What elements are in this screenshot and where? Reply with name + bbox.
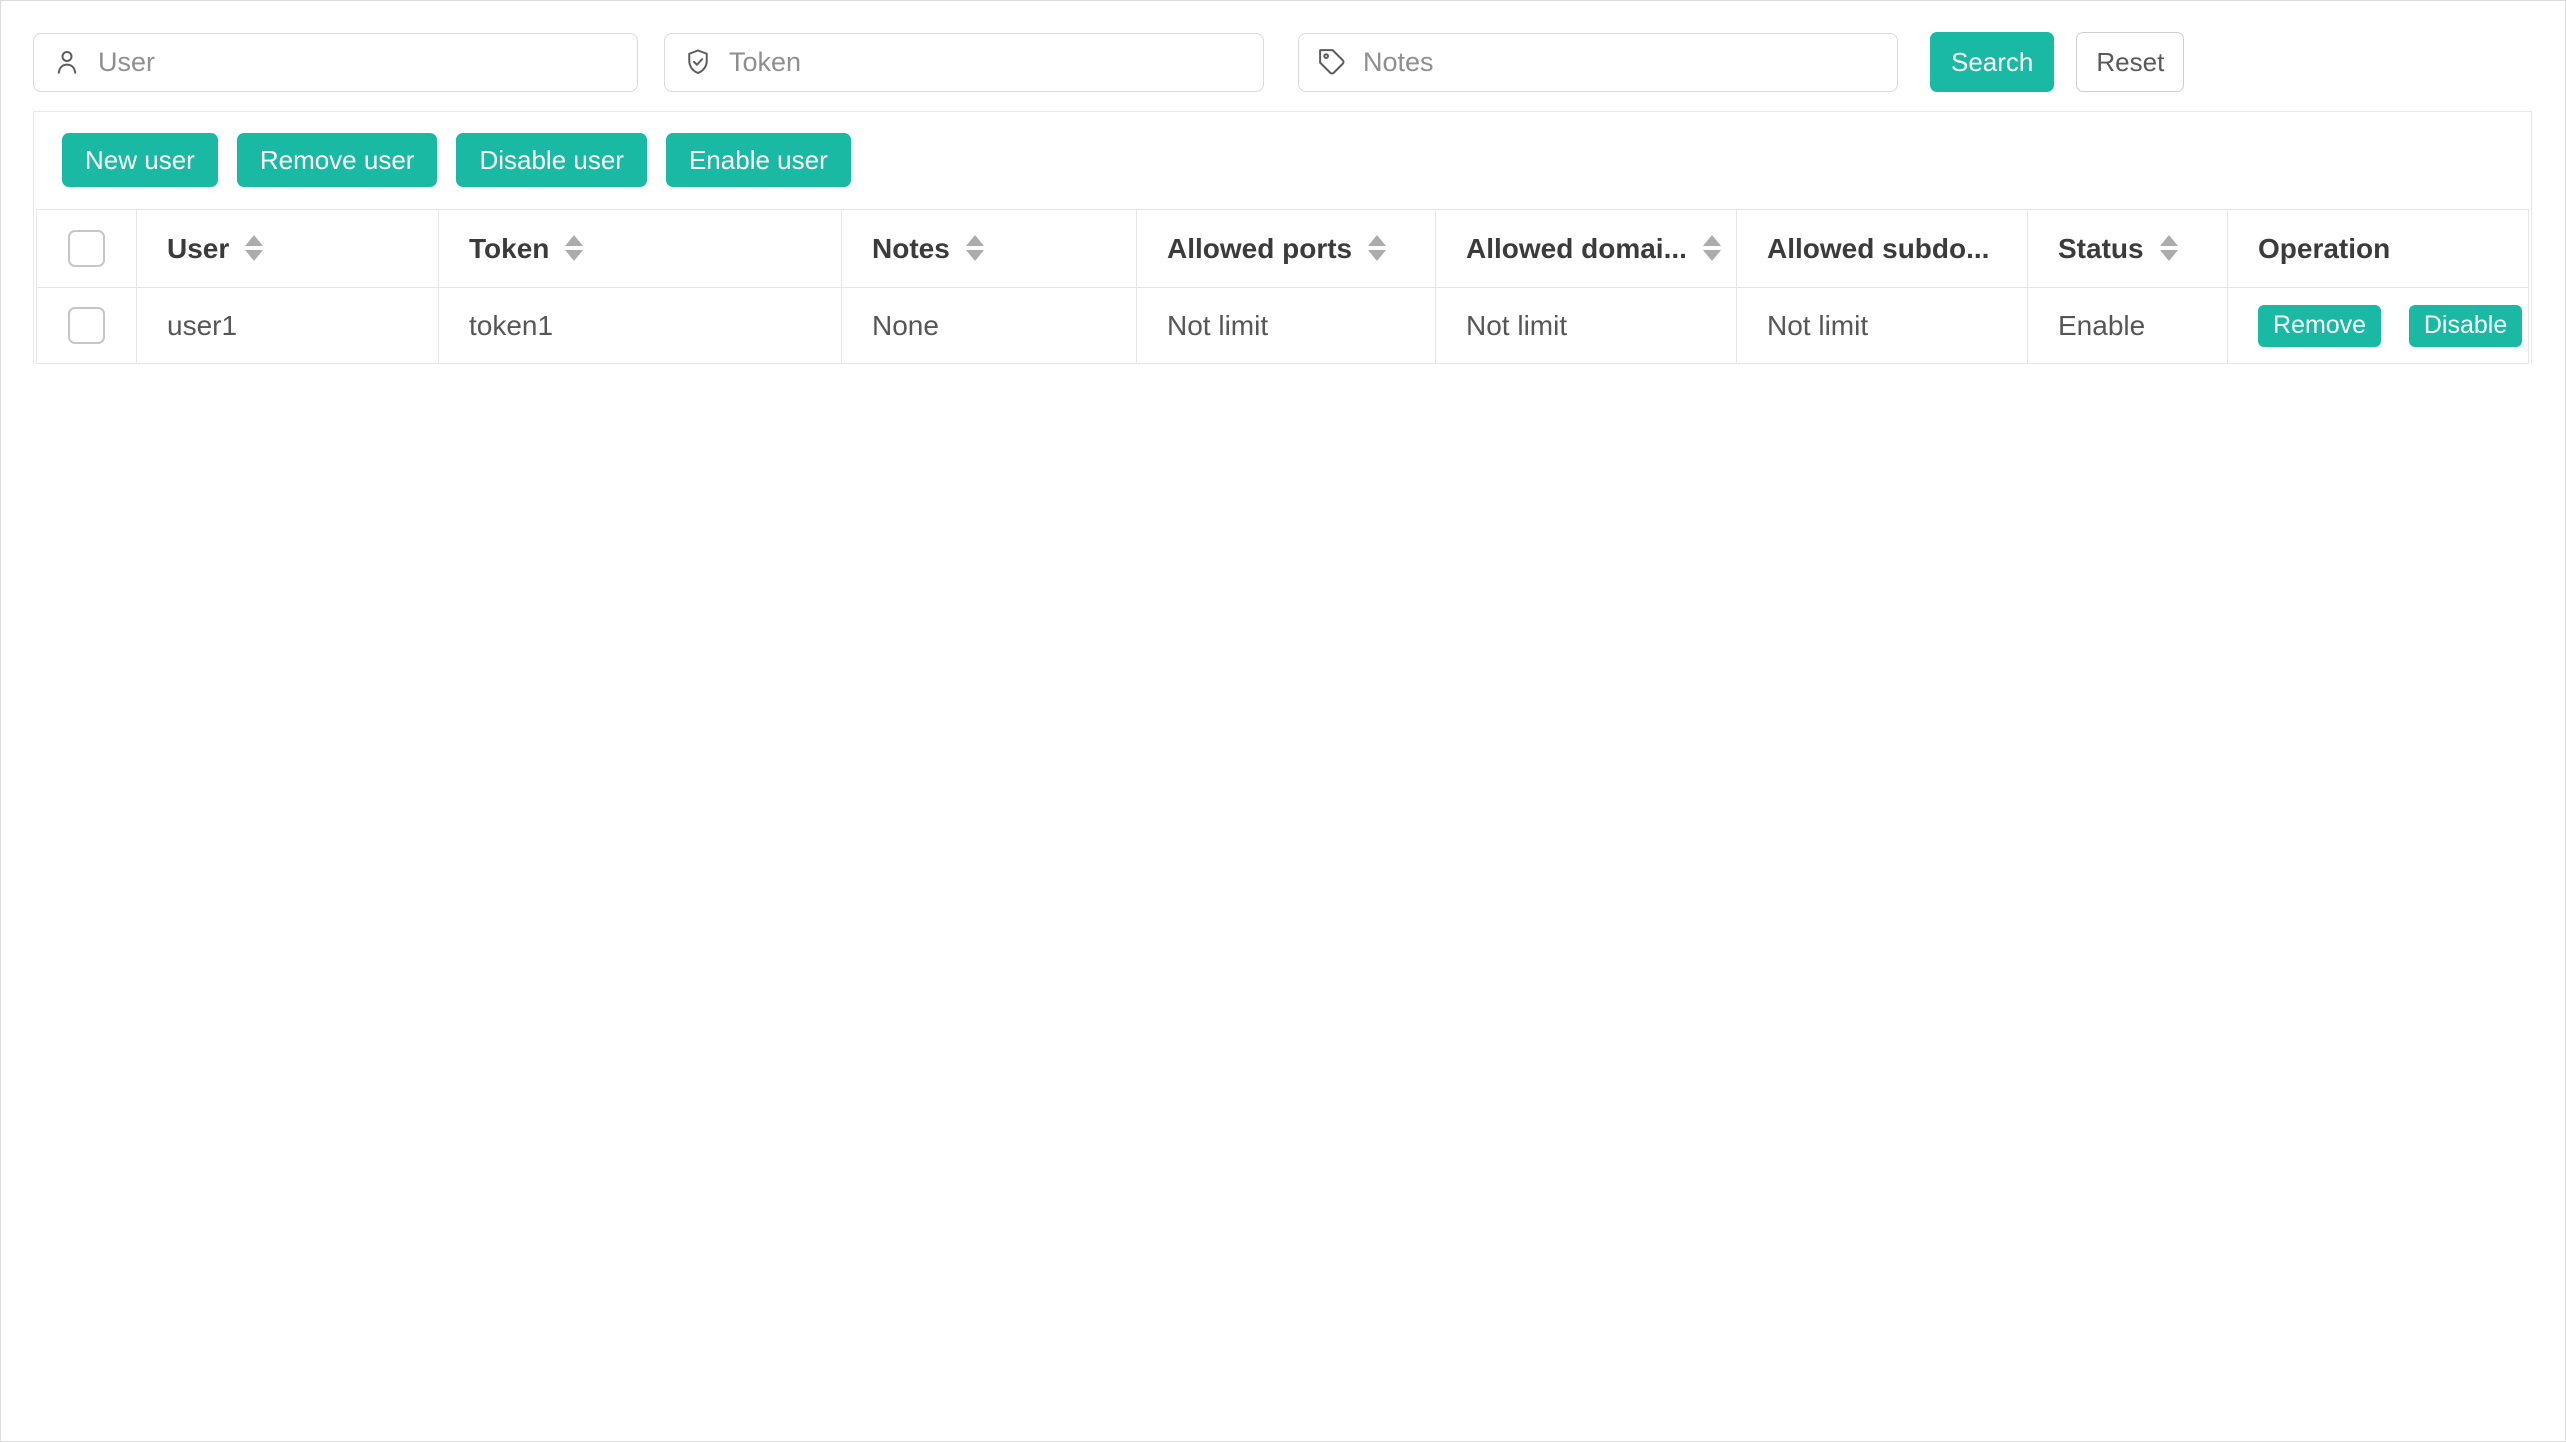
column-header-status[interactable]: Status [2028, 210, 2228, 288]
cell-allowed-subdomains: Not limit [1737, 288, 2028, 364]
column-header-operation: Operation [2228, 210, 2529, 288]
disable-user-button[interactable]: Disable user [456, 133, 647, 187]
column-header-token[interactable]: Token [439, 210, 842, 288]
column-label: Operation [2258, 233, 2390, 264]
sort-carets-icon[interactable] [966, 235, 984, 261]
column-label: Token [469, 233, 549, 264]
user-table-card: New user Remove user Disable user Enable… [33, 111, 2532, 364]
column-label: Allowed ports [1167, 233, 1352, 264]
column-header-allowed-domains[interactable]: Allowed domai... [1436, 210, 1737, 288]
user-search-input[interactable] [98, 47, 619, 78]
column-header-allowed-subdomains[interactable]: Allowed subdo... [1737, 210, 2028, 288]
cell-token: token1 [439, 288, 842, 364]
cell-operation: Remove Disable [2228, 288, 2529, 364]
header-select-cell [37, 210, 137, 288]
shield-check-icon [683, 47, 713, 77]
table-row: user1 token1 None Not limit Not limit No… [37, 288, 2529, 364]
select-all-checkbox[interactable] [68, 230, 105, 267]
row-remove-button[interactable]: Remove [2258, 305, 2381, 347]
table-toolbar: New user Remove user Disable user Enable… [34, 112, 2531, 209]
column-header-notes[interactable]: Notes [842, 210, 1137, 288]
cell-allowed-ports: Not limit [1137, 288, 1436, 364]
token-search-field[interactable] [664, 33, 1264, 92]
users-table: User Token Notes Allowed ports Allowed d [36, 209, 2529, 364]
app-container: Search Reset New user Remove user Disabl… [0, 0, 2566, 1442]
cell-status: Enable [2028, 288, 2228, 364]
cell-notes: None [842, 288, 1137, 364]
search-bar: Search Reset [33, 32, 2532, 92]
reset-button[interactable]: Reset [2076, 32, 2184, 92]
column-header-allowed-ports[interactable]: Allowed ports [1137, 210, 1436, 288]
row-checkbox[interactable] [68, 307, 105, 344]
cell-user: user1 [137, 288, 439, 364]
column-label: Allowed domai... [1466, 233, 1687, 264]
tag-icon [1317, 47, 1347, 77]
sort-carets-icon[interactable] [565, 235, 583, 261]
cell-allowed-domains: Not limit [1436, 288, 1737, 364]
sort-carets-icon[interactable] [1703, 235, 1721, 261]
notes-search-field[interactable] [1298, 33, 1898, 92]
new-user-button[interactable]: New user [62, 133, 218, 187]
search-button[interactable]: Search [1930, 32, 2054, 92]
sort-carets-icon[interactable] [1368, 235, 1386, 261]
column-label: Notes [872, 233, 950, 264]
row-select-cell [37, 288, 137, 364]
table-header-row: User Token Notes Allowed ports Allowed d [37, 210, 2529, 288]
token-search-input[interactable] [729, 47, 1245, 78]
user-icon [52, 47, 82, 77]
column-label: Status [2058, 233, 2144, 264]
column-header-user[interactable]: User [137, 210, 439, 288]
sort-carets-icon[interactable] [245, 235, 263, 261]
notes-search-input[interactable] [1363, 47, 1879, 78]
row-disable-button[interactable]: Disable [2409, 305, 2522, 347]
enable-user-button[interactable]: Enable user [666, 133, 851, 187]
column-label: Allowed subdo... [1767, 233, 1989, 264]
sort-carets-icon[interactable] [2160, 235, 2178, 261]
column-label: User [167, 233, 229, 264]
user-search-field[interactable] [33, 33, 638, 92]
remove-user-button[interactable]: Remove user [237, 133, 438, 187]
